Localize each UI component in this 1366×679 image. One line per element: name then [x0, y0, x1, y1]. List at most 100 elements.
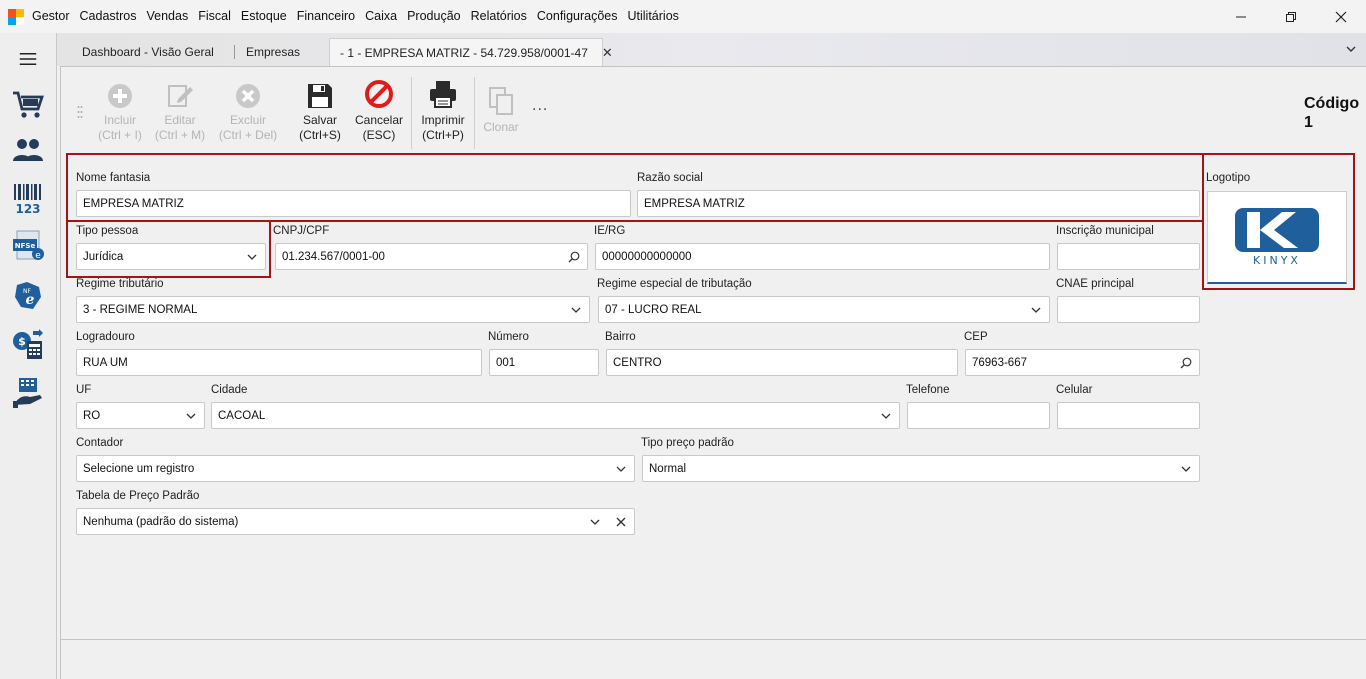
search-icon[interactable] — [568, 251, 580, 263]
cep-label: CEP — [964, 331, 988, 343]
drag-handle-icon[interactable] — [77, 105, 83, 119]
regime-tributario-select[interactable]: 3 - REGIME NORMAL — [76, 296, 590, 323]
menu-financeiro[interactable]: Financeiro — [292, 0, 360, 33]
tipo-preco-select[interactable]: Normal — [642, 455, 1200, 482]
chevron-down-icon — [881, 413, 891, 419]
codigo-display: Código 1 — [1304, 94, 1359, 132]
menu-utilitarios[interactable]: Utilitários — [623, 0, 684, 33]
tabela-preco-select[interactable]: Nenhuma (padrão do sistema) — [76, 508, 635, 535]
excluir-label: Excluir — [229, 113, 266, 127]
imprimir-button[interactable]: Imprimir (Ctrl+P) — [415, 79, 471, 143]
kinyx-logo: KINYX — [1235, 208, 1319, 267]
sidebar-financeiro-button[interactable]: $ — [9, 325, 47, 363]
codigo-label: Código — [1304, 95, 1360, 112]
logotipo-image[interactable]: KINYX — [1207, 191, 1347, 284]
tabela-preco-label: Tabela de Preço Padrão — [76, 490, 200, 502]
printer-icon — [430, 81, 456, 108]
menu-fiscal[interactable]: Fiscal — [193, 0, 236, 33]
cep-field[interactable]: 76963-667 — [965, 349, 1200, 376]
nome-fantasia-field[interactable]: EMPRESA MATRIZ — [76, 190, 631, 217]
tab-empresas[interactable]: Empresas — [236, 38, 329, 66]
telefone-field[interactable] — [907, 402, 1050, 429]
sidebar-vendas-button[interactable] — [9, 85, 47, 123]
cnae-field[interactable] — [1057, 296, 1200, 323]
close-window-button[interactable] — [1316, 0, 1366, 33]
menu-bar: Gestor Cadastros Vendas Fiscal Estoque F… — [0, 0, 1366, 33]
toolbar: Incluir (Ctrl + I) Editar (Ctrl + M) Exc… — [61, 67, 1366, 152]
ie-rg-field[interactable]: 00000000000000 — [595, 243, 1050, 270]
more-options-button[interactable]: ... — [532, 97, 548, 115]
sidebar-clientes-button[interactable] — [9, 131, 47, 169]
menu-estoque[interactable]: Estoque — [236, 0, 292, 33]
svg-text:e: e — [26, 292, 35, 308]
hamburger-icon — [19, 52, 37, 66]
ie-rg-value: 00000000000000 — [602, 250, 692, 263]
tab-dashboard-label: Dashboard - Visão Geral — [82, 45, 214, 59]
chevron-down-icon — [590, 519, 600, 525]
svg-text:e: e — [35, 251, 41, 261]
menu-producao[interactable]: Produção — [402, 0, 466, 33]
menu-vendas[interactable]: Vendas — [142, 0, 194, 33]
tipo-pessoa-select[interactable]: Jurídica — [76, 243, 266, 270]
regime-especial-select[interactable]: 07 - LUCRO REAL — [598, 296, 1050, 323]
cidade-value: CACOAL — [218, 409, 266, 422]
regime-tributario-label: Regime tributário — [76, 278, 164, 290]
clear-icon[interactable] — [615, 516, 627, 528]
tab-empresa-matriz[interactable]: - 1 - EMPRESA MATRIZ - 54.729.958/0001-4… — [329, 38, 613, 66]
cep-value: 76963-667 — [972, 356, 1027, 369]
minimize-button[interactable] — [1216, 0, 1266, 33]
salvar-button[interactable]: Salvar (Ctrl+S) — [294, 79, 346, 143]
salvar-shortcut: (Ctrl+S) — [299, 128, 341, 142]
sidebar-nfe-button[interactable]: NF e — [9, 277, 47, 315]
chevron-down-icon — [247, 254, 257, 260]
tab-empresas-label: Empresas — [246, 45, 301, 59]
cancelar-button[interactable]: Cancelar (ESC) — [350, 79, 408, 143]
menu-relatorios[interactable]: Relatórios — [466, 0, 532, 33]
clonar-label: Clonar — [483, 120, 519, 134]
salvar-label: Salvar — [302, 113, 337, 127]
cnpj-cpf-field[interactable]: 01.234.567/0001-00 — [275, 243, 588, 270]
excluir-button[interactable]: Excluir (Ctrl + Del) — [215, 79, 281, 143]
clonar-button[interactable]: Clonar — [479, 86, 523, 135]
menu-cadastros[interactable]: Cadastros — [75, 0, 142, 33]
tipo-pessoa-label: Tipo pessoa — [76, 225, 139, 237]
tipo-preco-value: Normal — [649, 462, 687, 475]
svg-text:123: 123 — [15, 202, 40, 215]
uf-select[interactable]: RO — [76, 402, 205, 429]
razao-social-field[interactable]: EMPRESA MATRIZ — [637, 190, 1200, 217]
logotipo-label: Logotipo — [1206, 172, 1251, 184]
editar-button[interactable]: Editar (Ctrl + M) — [149, 79, 211, 143]
chevron-down-icon — [1181, 466, 1191, 472]
sidebar-caixa-button[interactable] — [9, 373, 47, 411]
regime-especial-label: Regime especial de tributação — [597, 278, 752, 290]
menu-caixa[interactable]: Caixa — [360, 0, 402, 33]
tab-close-icon[interactable]: ✕ — [602, 45, 613, 61]
chevron-down-icon[interactable] — [1344, 42, 1358, 56]
menu-gestor[interactable]: Gestor — [27, 0, 75, 33]
logo-text: KINYX — [1253, 254, 1301, 267]
uf-value: RO — [83, 409, 101, 422]
hamburger-menu-button[interactable] — [9, 40, 47, 78]
bairro-field[interactable]: CENTRO — [606, 349, 958, 376]
cancel-icon — [365, 80, 393, 108]
sidebar-produtos-button[interactable]: 123 — [9, 179, 47, 217]
logradouro-field[interactable]: RUA UM — [76, 349, 482, 376]
tab-dashboard[interactable]: Dashboard - Visão Geral — [72, 38, 235, 66]
inscricao-municipal-field[interactable] — [1057, 243, 1200, 270]
toolbar-separator — [474, 77, 475, 149]
cashier-icon — [13, 378, 42, 408]
contador-select[interactable]: Selecione um registro — [76, 455, 635, 482]
contador-label: Contador — [76, 437, 124, 449]
numero-field[interactable]: 001 — [489, 349, 599, 376]
minimize-icon — [1236, 16, 1246, 17]
restore-button[interactable] — [1266, 0, 1316, 33]
uf-label: UF — [76, 384, 92, 396]
sidebar: 123 NFSe e NF e $ — [0, 33, 57, 679]
menu-configuracoes[interactable]: Configurações — [532, 0, 623, 33]
sidebar-nfse-button[interactable]: NFSe e — [9, 227, 47, 265]
app-logo-icon — [8, 8, 24, 25]
incluir-button[interactable]: Incluir (Ctrl + I) — [90, 79, 150, 143]
celular-field[interactable] — [1057, 402, 1200, 429]
cidade-select[interactable]: CACOAL — [211, 402, 900, 429]
search-icon[interactable] — [1180, 357, 1192, 369]
